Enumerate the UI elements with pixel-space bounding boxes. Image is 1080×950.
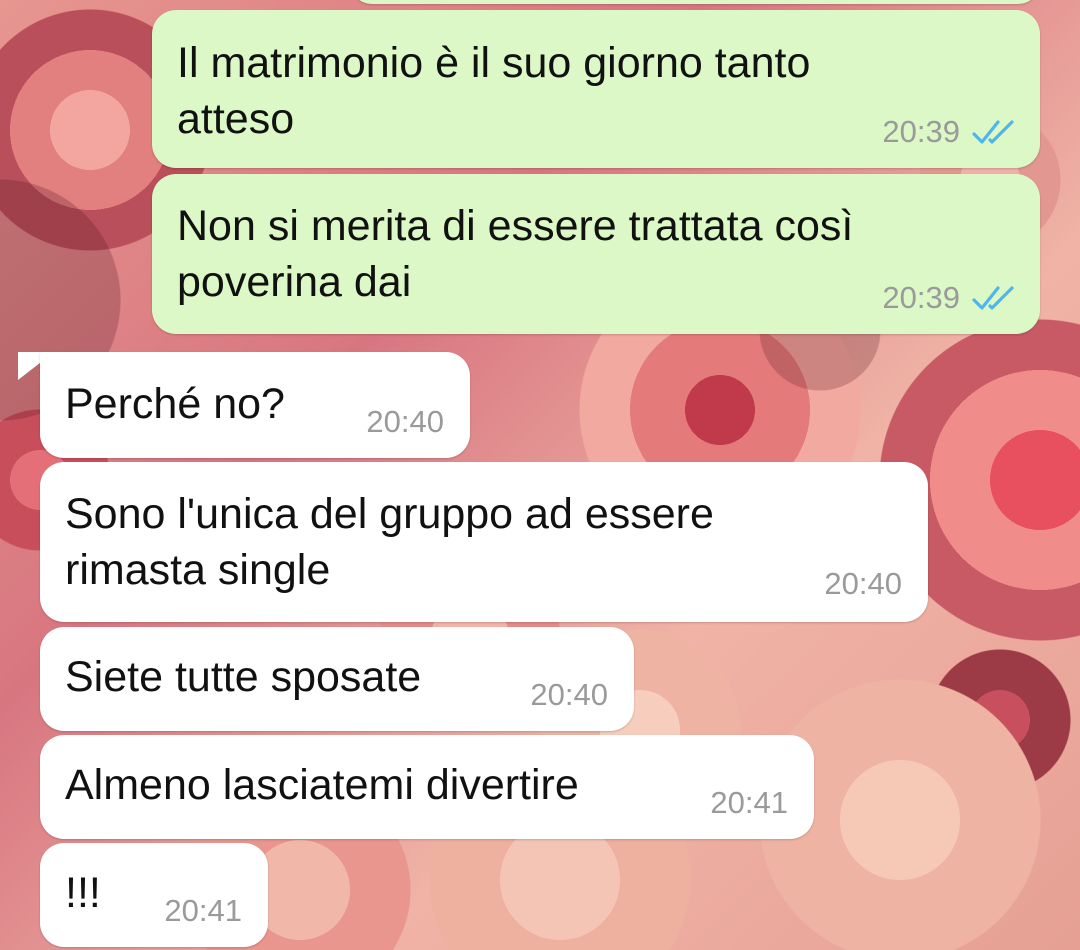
message-meta: 20:40 (530, 677, 608, 713)
double-check-icon (972, 286, 1014, 310)
message-bubble-outgoing[interactable]: Non si merita di essere trattata così po… (152, 174, 1040, 334)
message-text: Perché no? (65, 380, 285, 428)
message-text: Non si merita di essere trattata così po… (177, 202, 854, 306)
message-text: Siete tutte sposate (65, 653, 422, 701)
message-text: !!! (65, 869, 101, 917)
message-time: 20:41 (164, 893, 242, 928)
message-list[interactable]: Il matrimonio è il suo giorno tanto atte… (0, 0, 1080, 950)
message-time: 20:39 (882, 114, 960, 149)
message-bubble-outgoing[interactable]: Il matrimonio è il suo giorno tanto atte… (152, 10, 1040, 168)
message-bubble-incoming[interactable]: Sono l'unica del gruppo ad essere rimast… (40, 462, 928, 622)
message-time: 20:40 (366, 404, 444, 439)
message-meta: 20:41 (164, 893, 242, 929)
message-bubble-incoming[interactable]: Perché no? 20:40 (40, 352, 470, 458)
double-check-icon (972, 120, 1014, 144)
message-meta: 20:40 (824, 566, 902, 602)
message-bubble-incoming[interactable]: Almeno lasciatemi divertire 20:41 (40, 735, 814, 839)
message-meta: 20:40 (366, 404, 444, 440)
message-text: Almeno lasciatemi divertire (65, 761, 579, 809)
message-meta: 20:39 (882, 114, 1018, 150)
message-time: 20:40 (824, 566, 902, 601)
message-time: 20:40 (530, 677, 608, 712)
message-meta: 20:39 (882, 280, 1018, 316)
message-bubble-incoming[interactable]: !!! 20:41 (40, 843, 268, 947)
message-meta: 20:41 (710, 785, 788, 821)
message-time: 20:41 (710, 785, 788, 820)
message-text: Sono l'unica del gruppo ad essere rimast… (65, 490, 714, 594)
message-bubble-incoming[interactable]: Siete tutte sposate 20:40 (40, 627, 634, 731)
message-time: 20:39 (882, 280, 960, 315)
previous-message-edge (350, 0, 1040, 4)
message-text: Il matrimonio è il suo giorno tanto atte… (177, 39, 811, 143)
